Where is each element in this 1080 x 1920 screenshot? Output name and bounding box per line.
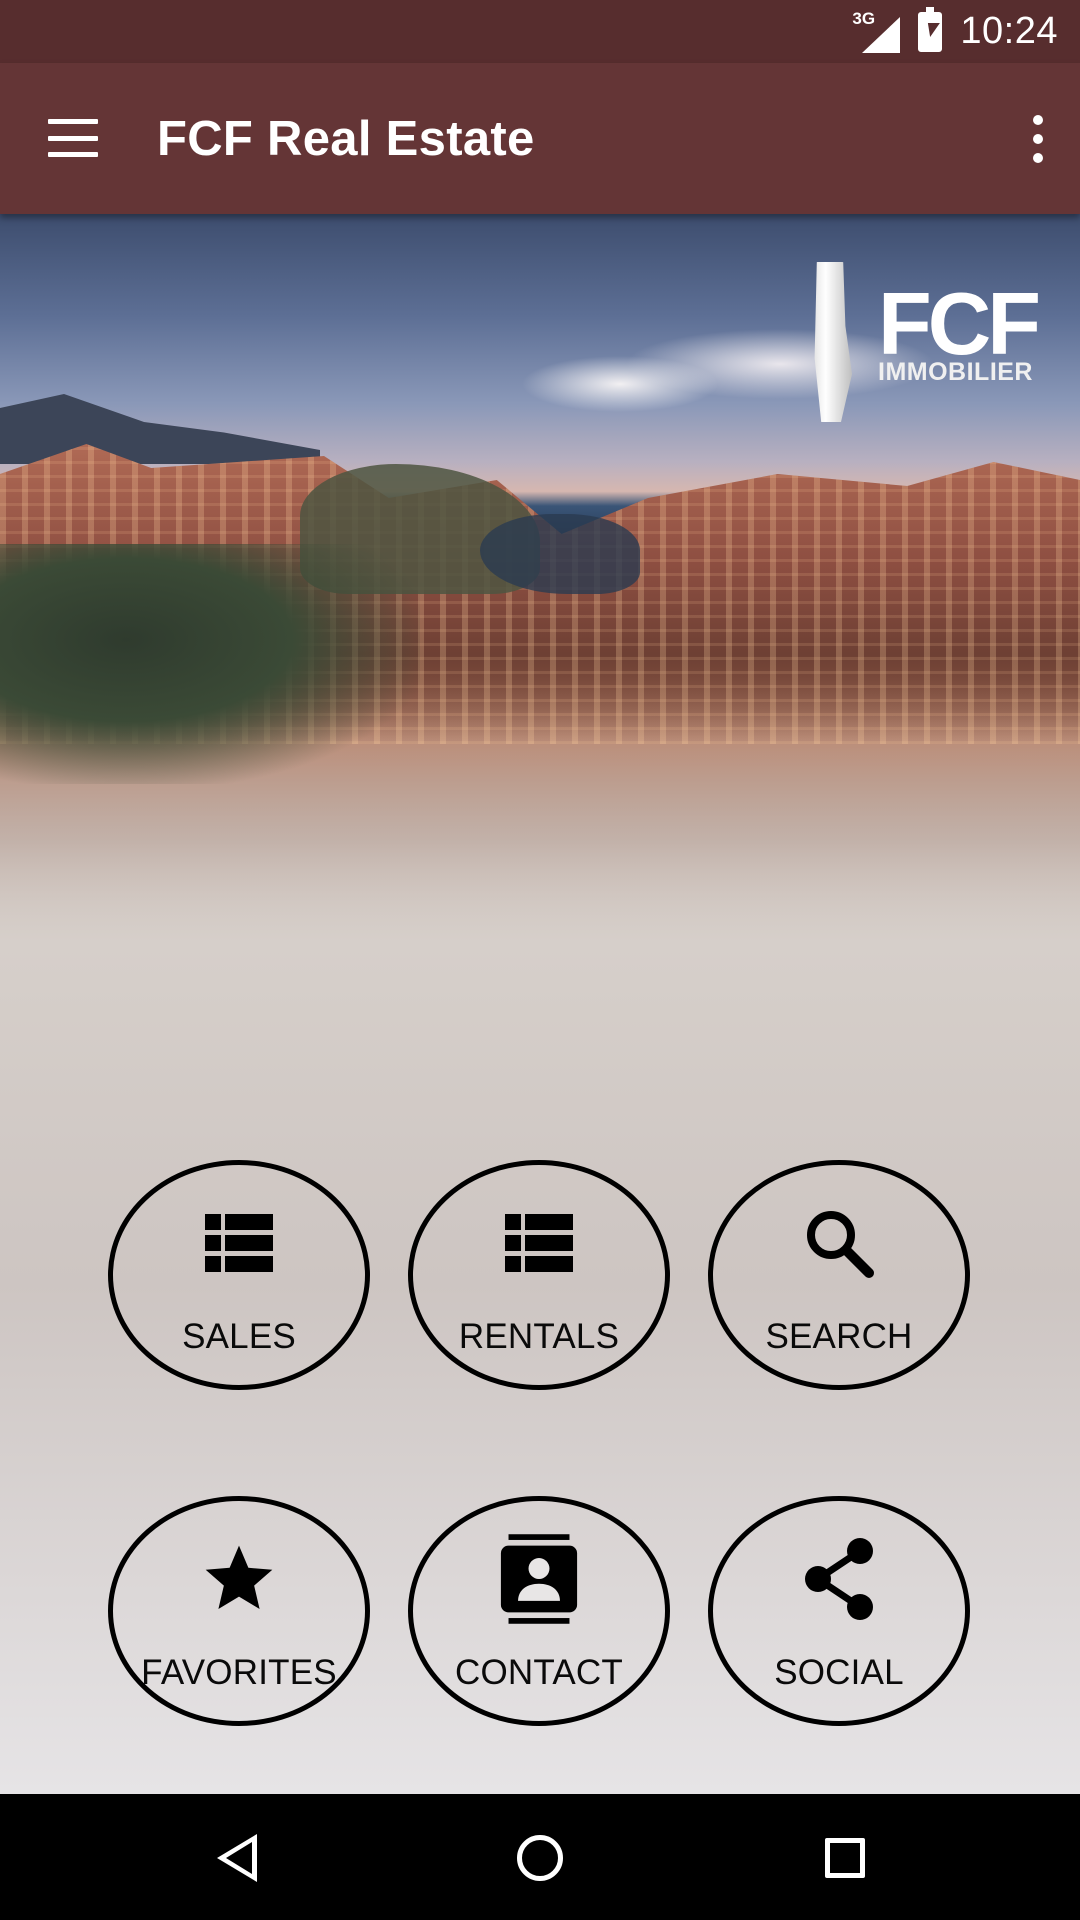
app-title: FCF Real Estate [157,112,535,166]
search-label: SEARCH [765,1317,913,1356]
sales-label: SALES [182,1317,296,1356]
rentals-button[interactable]: RENTALS [408,1160,670,1390]
signal-icon: 3G [852,9,901,53]
tower-logo-icon [814,262,852,422]
search-button[interactable]: SEARCH [708,1160,970,1390]
home-icon[interactable] [508,1826,572,1890]
social-button[interactable]: SOCIAL [708,1496,970,1726]
rentals-label: RENTALS [458,1317,620,1356]
logo-subtitle: IMMOBILIER [878,358,1033,386]
status-time: 10:24 [960,10,1058,52]
list-icon [199,1203,279,1283]
status-icons: 3G 10:24 [852,0,1058,63]
fcf-logo: FCF IMMOBILIER [808,258,1041,428]
overflow-menu-icon[interactable] [1026,115,1050,163]
battery-charging-icon [918,6,943,52]
logo-mark: FCF [878,274,1041,373]
sales-button[interactable]: SALES [108,1160,370,1390]
search-icon [799,1203,879,1283]
contact-card-icon [499,1534,579,1624]
system-nav-bar [0,1794,1080,1920]
share-icon [799,1538,879,1620]
favorites-label: FAVORITES [141,1653,337,1692]
list-icon [499,1203,579,1283]
social-label: SOCIAL [774,1653,904,1692]
contact-label: CONTACT [455,1653,623,1692]
back-icon[interactable] [205,1826,269,1890]
app-bar: FCF Real Estate [0,63,1080,214]
contact-button[interactable]: CONTACT [408,1496,670,1726]
favorites-button[interactable]: FAVORITES [108,1496,370,1726]
status-bar: 3G 10:24 [0,0,1080,63]
star-icon [199,1539,279,1619]
hamburger-menu-icon[interactable] [48,119,98,157]
recent-apps-icon[interactable] [813,1826,877,1890]
